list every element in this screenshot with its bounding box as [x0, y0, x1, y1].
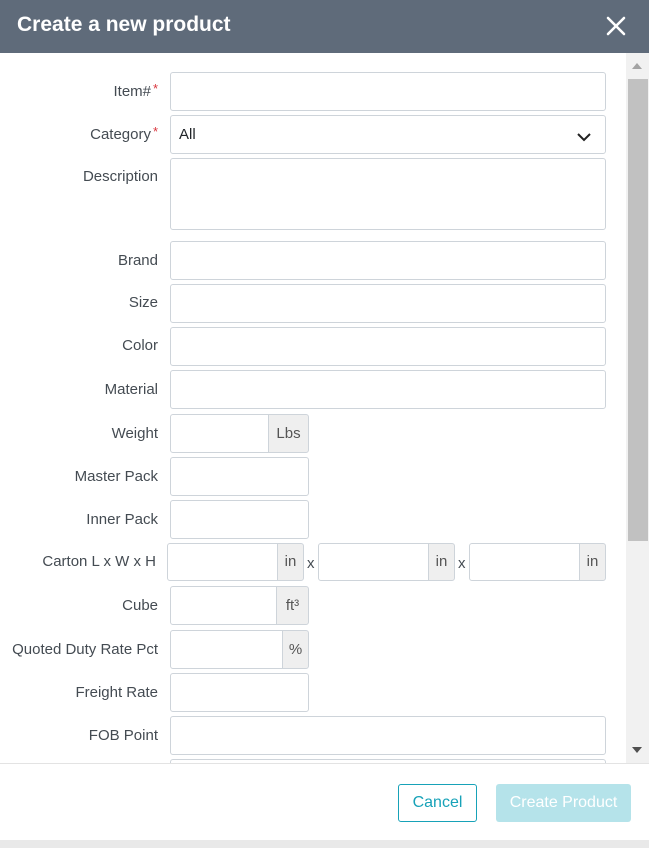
- master-pack-label: Master Pack: [74, 468, 158, 485]
- scroll-down-arrow-icon[interactable]: [632, 747, 642, 753]
- fob-point-label: FOB Point: [88, 727, 158, 744]
- carton-width-unit: in: [428, 543, 455, 581]
- modal-body[interactable]: Item# * Category * All Description Brand…: [0, 53, 649, 763]
- size-input[interactable]: [170, 284, 606, 323]
- cube-unit-addon: ft³: [276, 586, 309, 625]
- fob-point-input[interactable]: [170, 716, 606, 755]
- quoted-duty-rate-input[interactable]: [170, 630, 283, 669]
- weight-unit-addon: Lbs: [268, 414, 309, 453]
- material-label: Material: [104, 381, 158, 398]
- freight-rate-input[interactable]: [170, 673, 309, 712]
- inner-pack-input[interactable]: [170, 500, 309, 539]
- description-textarea[interactable]: [170, 158, 606, 230]
- close-button[interactable]: [603, 13, 629, 39]
- cube-label: Cube: [122, 597, 158, 614]
- modal-footer: Cancel Create Product: [0, 763, 649, 840]
- category-label: Category: [90, 126, 151, 143]
- freight-rate-label: Freight Rate: [75, 684, 158, 701]
- color-label: Color: [122, 337, 158, 354]
- percent-unit-addon: %: [282, 630, 309, 669]
- close-icon: [606, 16, 626, 36]
- color-input[interactable]: [170, 327, 606, 366]
- create-product-button[interactable]: Create Product: [496, 784, 631, 822]
- item-number-required-mark: *: [153, 81, 159, 96]
- weight-label: Weight: [111, 425, 158, 442]
- carton-separator: x: [458, 555, 466, 572]
- size-label: Size: [128, 294, 158, 311]
- brand-input[interactable]: [170, 241, 606, 280]
- modal-title: Create a new product: [17, 13, 231, 36]
- quoted-duty-rate-label: Quoted Duty Rate Pct: [12, 641, 158, 658]
- carton-height-input[interactable]: [469, 543, 580, 581]
- inner-pack-label: Inner Pack: [86, 511, 158, 528]
- item-number-label: Item#: [113, 83, 151, 100]
- backdrop-strip: [0, 840, 649, 848]
- brand-label: Brand: [117, 252, 158, 269]
- category-selected-value: All: [179, 126, 196, 143]
- carton-height-unit: in: [579, 543, 606, 581]
- carton-length-input[interactable]: [167, 543, 278, 581]
- chevron-down-icon: [577, 129, 591, 147]
- carton-width-input[interactable]: [318, 543, 429, 581]
- material-input[interactable]: [170, 370, 606, 409]
- carton-length-unit: in: [277, 543, 304, 581]
- carton-label: Carton L x W x H: [42, 553, 156, 570]
- create-product-modal: Create a new product Item# * Category * …: [0, 0, 649, 840]
- scrollbar-thumb[interactable]: [628, 79, 648, 541]
- cube-input[interactable]: [170, 586, 277, 625]
- cancel-button[interactable]: Cancel: [398, 784, 477, 822]
- master-pack-input[interactable]: [170, 457, 309, 496]
- weight-input[interactable]: [170, 414, 269, 453]
- carton-separator: x: [307, 555, 315, 572]
- category-select[interactable]: All: [170, 115, 606, 154]
- scroll-up-arrow-icon[interactable]: [632, 63, 642, 69]
- vertical-scrollbar[interactable]: [626, 53, 649, 763]
- description-label: Description: [82, 168, 158, 185]
- category-required-mark: *: [153, 124, 159, 139]
- item-number-input[interactable]: [170, 72, 606, 111]
- modal-header: Create a new product: [0, 0, 649, 53]
